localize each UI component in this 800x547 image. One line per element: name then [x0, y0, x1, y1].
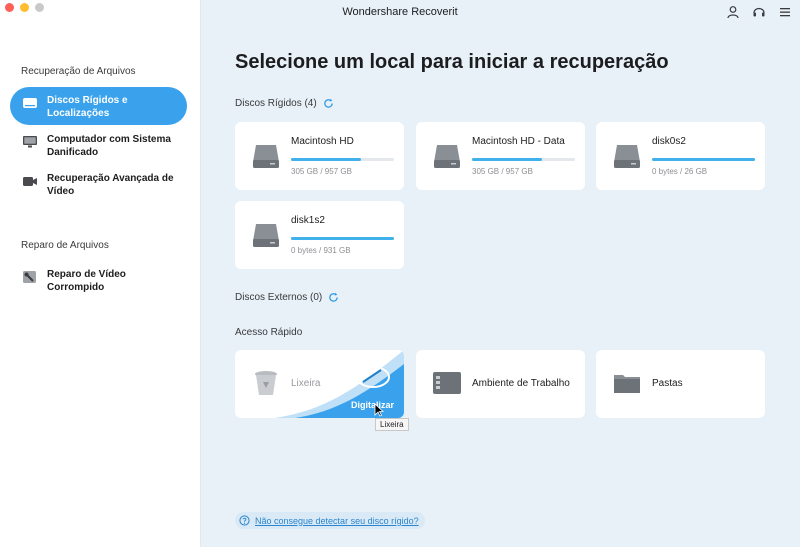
- sidebar-item-video-repair[interactable]: Reparo de Vídeo Corrompido: [10, 268, 187, 298]
- drive-size: 0 bytes / 26 GB: [652, 167, 708, 176]
- video-camera-icon: [23, 177, 37, 186]
- drive-size: 0 bytes / 931 GB: [291, 246, 351, 255]
- section-label-file-repair: Reparo de Arquivos: [21, 240, 109, 251]
- help-icon: [239, 515, 250, 526]
- headset-icon[interactable]: [752, 5, 766, 19]
- mouse-cursor-icon: [374, 403, 384, 417]
- drive-size: 305 GB / 957 GB: [472, 167, 533, 176]
- drive-card[interactable]: disk1s2 0 bytes / 931 GB: [235, 201, 404, 269]
- user-icon[interactable]: [726, 5, 740, 19]
- drive-name: Macintosh HD: [291, 136, 354, 147]
- drive-usage-bar: [472, 158, 575, 161]
- sidebar: Recuperação de Arquivos Discos Rígidos e…: [0, 0, 201, 547]
- sidebar-item-label: Recuperação Avançada de Vídeo: [47, 173, 174, 197]
- drive-usage-bar: [291, 158, 394, 161]
- hard-drive-icon: [434, 145, 460, 168]
- help-link[interactable]: Não consegue detectar seu disco rígido?: [235, 512, 425, 529]
- section-label-file-recovery: Recuperação de Arquivos: [21, 66, 136, 77]
- external-drives-header: Discos Externos (0): [235, 292, 339, 303]
- drive-usage-bar: [652, 158, 755, 161]
- window-title: Wondershare Recoverit: [342, 6, 458, 18]
- desktop-icon: [433, 372, 461, 394]
- quick-access-name: Ambiente de Trabalho: [472, 378, 570, 389]
- page-title: Selecione um local para iniciar a recupe…: [235, 51, 669, 73]
- minimize-window-button[interactable]: [20, 3, 29, 12]
- hard-drive-icon: [23, 98, 37, 108]
- quick-access-folders[interactable]: Pastas: [596, 350, 765, 418]
- close-window-button[interactable]: [5, 3, 14, 12]
- menu-icon[interactable]: [778, 5, 792, 19]
- hard-drives-label: Discos Rígidos (4): [235, 98, 317, 109]
- scan-button[interactable]: Digitalizar: [351, 400, 394, 410]
- sidebar-item-label: Discos Rígidos e Localizações: [47, 95, 128, 119]
- refresh-icon[interactable]: [323, 98, 334, 109]
- external-drives-label: Discos Externos (0): [235, 292, 323, 303]
- refresh-icon[interactable]: [328, 292, 339, 303]
- drive-usage-bar: [291, 237, 394, 240]
- sidebar-item-label: Computador com Sistema Danificado: [47, 134, 171, 158]
- drive-name: Macintosh HD - Data: [472, 136, 565, 147]
- hard-drives-header: Discos Rígidos (4): [235, 98, 334, 109]
- sidebar-item-advanced-video[interactable]: Recuperação Avançada de Vídeo: [10, 172, 187, 202]
- sidebar-item-hard-drives[interactable]: Discos Rígidos e Localizações: [10, 87, 187, 125]
- drive-usage-fill: [291, 237, 394, 240]
- drive-card[interactable]: Macintosh HD 305 GB / 957 GB: [235, 122, 404, 190]
- trash-icon: [255, 371, 277, 395]
- folder-icon: [614, 375, 640, 393]
- zoom-window-button[interactable]: [35, 3, 44, 12]
- quick-access-name: Lixeira: [291, 378, 321, 389]
- drive-card[interactable]: Macintosh HD - Data 305 GB / 957 GB: [416, 122, 585, 190]
- hard-drive-icon: [253, 224, 279, 247]
- header-toolbar: [726, 5, 792, 19]
- video-repair-icon: [23, 271, 36, 283]
- help-link-text: Não consegue detectar seu disco rígido?: [255, 515, 419, 526]
- sidebar-item-crashed-system[interactable]: Computador com Sistema Danificado: [10, 133, 187, 163]
- drive-usage-fill: [291, 158, 362, 161]
- tooltip: Lixeira: [375, 418, 409, 431]
- window-controls: [5, 3, 44, 12]
- drive-name: disk0s2: [652, 136, 686, 147]
- drive-name: disk1s2: [291, 215, 325, 226]
- hard-drive-icon: [253, 145, 279, 168]
- monitor-icon: [23, 136, 37, 148]
- scan-icon: [356, 366, 390, 388]
- quick-access-desktop[interactable]: Ambiente de Trabalho: [416, 350, 585, 418]
- drive-size: 305 GB / 957 GB: [291, 167, 352, 176]
- drive-usage-fill: [472, 158, 543, 161]
- sidebar-item-label: Reparo de Vídeo Corrompido: [47, 269, 126, 293]
- quick-access-label: Acesso Rápido: [235, 327, 303, 338]
- drive-usage-fill: [652, 158, 755, 161]
- hard-drive-icon: [614, 145, 640, 168]
- drive-card[interactable]: disk0s2 0 bytes / 26 GB: [596, 122, 765, 190]
- quick-access-name: Pastas: [652, 378, 683, 389]
